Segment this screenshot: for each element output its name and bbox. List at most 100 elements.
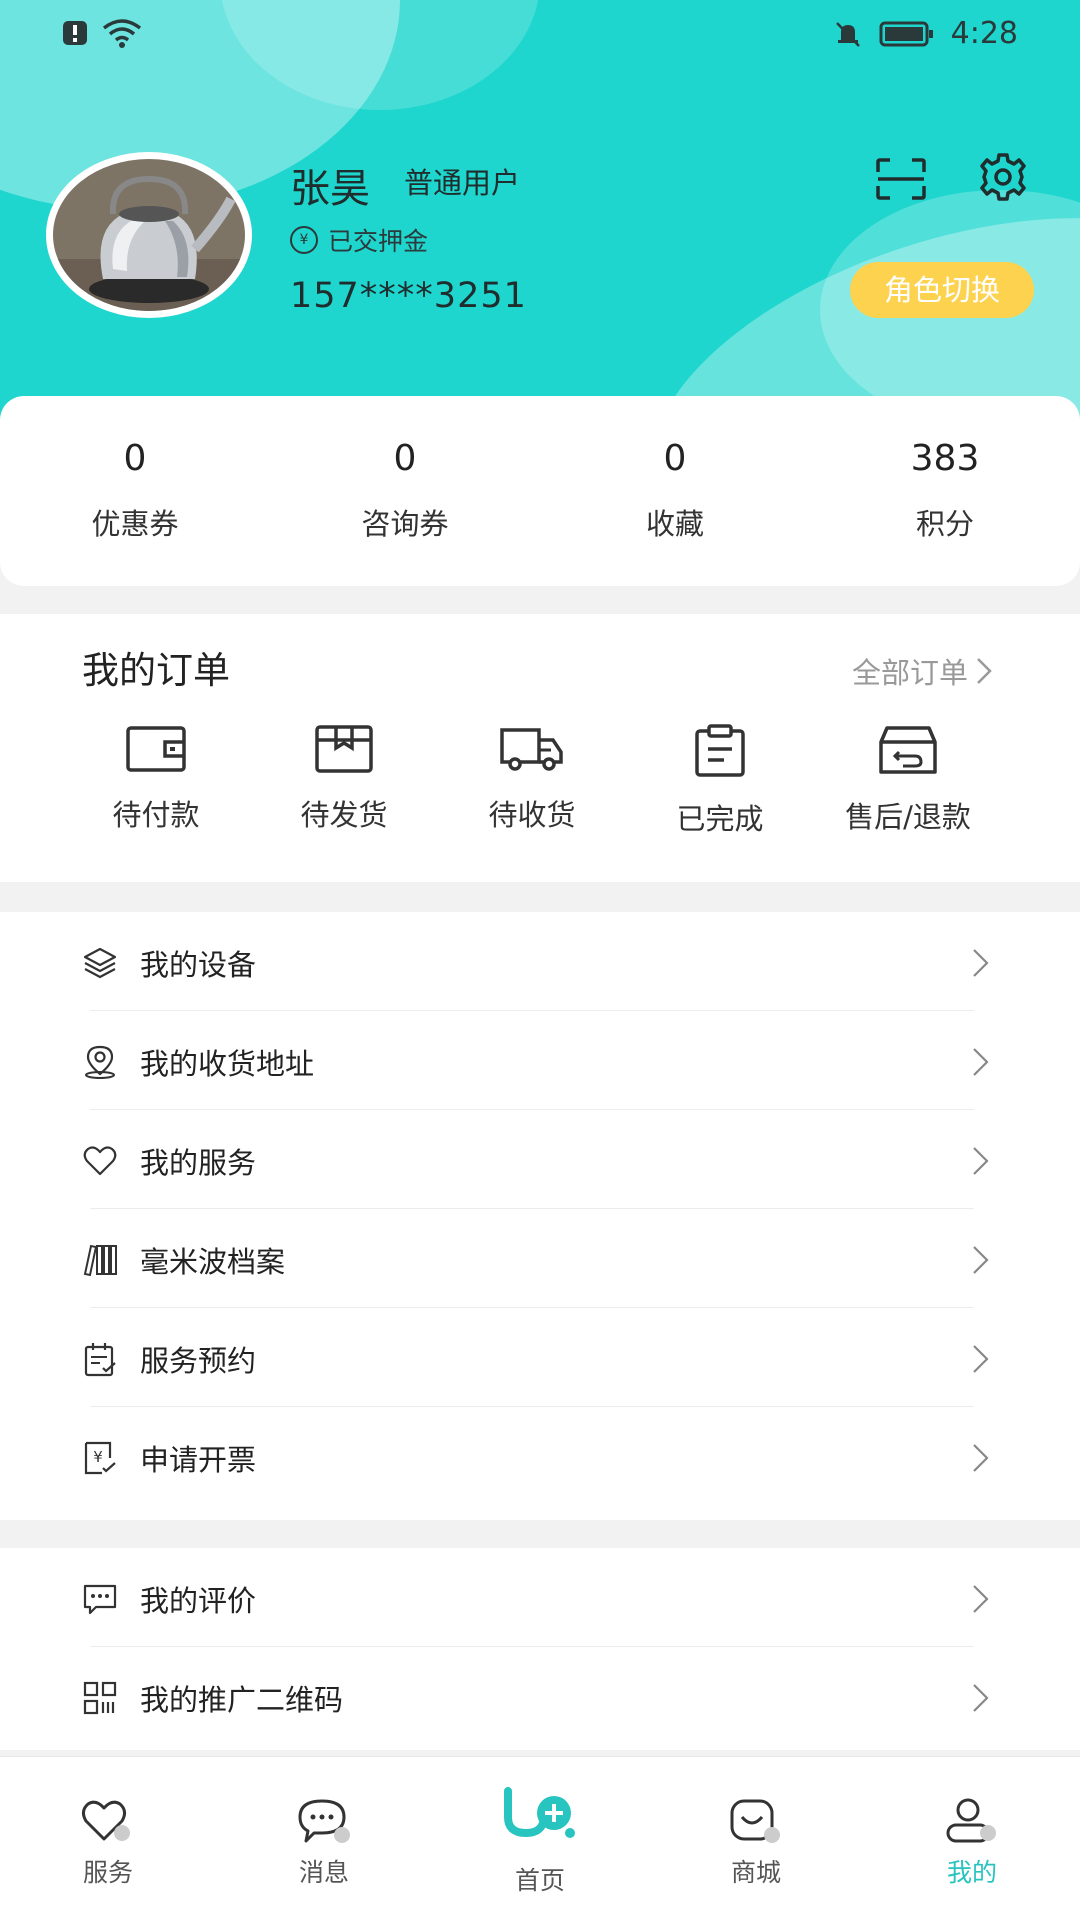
- stat-value: 0: [123, 438, 147, 479]
- menu-item-mmwave-records[interactable]: 毫米波档案: [0, 1209, 1080, 1308]
- order-label: 待付款: [112, 798, 200, 832]
- svg-text:¥: ¥: [93, 1448, 103, 1466]
- order-label: 待发货: [300, 798, 388, 832]
- truck-icon: [500, 728, 563, 771]
- my-orders-section: 我的订单 全部订单 待付款 待发货 待收货 已完成 售后/退款: [0, 614, 1080, 882]
- stat-label: 咨询券: [361, 507, 449, 541]
- stat-label: 收藏: [645, 507, 704, 541]
- stat-label: 优惠券: [91, 507, 179, 541]
- bottom-tab-bar: 服务 消息 首页 商城 我的: [0, 1756, 1080, 1920]
- order-label: 已完成: [676, 802, 764, 836]
- layers-icon: [83, 947, 117, 979]
- menu-group-secondary: 我的评价 我的推广二维码: [0, 1548, 1080, 1750]
- all-orders-link[interactable]: 全部订单: [852, 650, 992, 692]
- location-icon: [85, 1045, 115, 1079]
- message-tab-icon: [298, 1799, 350, 1843]
- order-label: 待收货: [488, 798, 576, 832]
- chevron-right-icon: [973, 1444, 989, 1472]
- profile-tab-icon: [946, 1798, 996, 1843]
- all-orders-label: 全部订单: [851, 656, 968, 690]
- stat-label: 积分: [915, 507, 974, 541]
- user-phone: 157****3251: [290, 276, 527, 316]
- profile-header: 4:28 张昊 普通用户 ¥ 已交押金 157****3251 角色切换: [0, 0, 1080, 420]
- stat-favorites[interactable]: 0 收藏: [540, 396, 810, 586]
- role-switch-button[interactable]: 角色切换: [850, 262, 1034, 318]
- deposit-status: ¥ 已交押金: [290, 222, 428, 258]
- avatar[interactable]: [46, 152, 252, 318]
- heart-tab-icon: [81, 1800, 130, 1841]
- shop-tab-icon: [730, 1799, 780, 1843]
- tab-messages[interactable]: 消息: [216, 1757, 432, 1920]
- notifications-muted-icon: [835, 21, 860, 47]
- chevron-right-icon: [973, 1246, 989, 1274]
- menu-item-shipping-address[interactable]: 我的收货地址: [0, 1011, 1080, 1110]
- yen-icon: ¥: [290, 226, 318, 254]
- chevron-right-icon: [973, 949, 989, 977]
- order-pending-receipt[interactable]: 待收货: [438, 724, 626, 838]
- avatar-image: [53, 159, 245, 311]
- deposit-label: 已交押金: [328, 227, 429, 256]
- tab-home[interactable]: 首页: [432, 1757, 648, 1920]
- tab-shop[interactable]: 商城: [648, 1757, 864, 1920]
- package-icon: [315, 725, 373, 773]
- menu-item-apply-invoice[interactable]: ¥ 申请开票: [0, 1407, 1080, 1506]
- kettle-photo: [53, 159, 245, 311]
- comment-icon: [83, 1584, 117, 1615]
- menu-item-label: 我的服务: [140, 1146, 257, 1180]
- tab-label: 我的: [946, 1858, 997, 1887]
- menu-item-label: 我的评价: [140, 1584, 257, 1618]
- menu-item-my-devices[interactable]: 我的设备: [0, 912, 1080, 1011]
- status-bar: 4:28: [0, 0, 1080, 66]
- order-pending-payment[interactable]: 待付款: [62, 724, 250, 838]
- chevron-right-icon: [973, 1345, 989, 1373]
- menu-item-my-reviews[interactable]: 我的评价: [0, 1548, 1080, 1647]
- battery-icon: [879, 21, 933, 46]
- user-name: 张昊: [290, 166, 370, 212]
- alert-icon: [63, 21, 87, 45]
- tab-profile[interactable]: 我的: [864, 1757, 1080, 1920]
- invoice-icon: ¥: [84, 1441, 116, 1475]
- order-after-sales[interactable]: 售后/退款: [814, 724, 1002, 838]
- settings-gear-icon[interactable]: [978, 152, 1028, 202]
- order-pending-shipment[interactable]: 待发货: [250, 724, 438, 838]
- chevron-right-icon: [973, 1585, 989, 1613]
- menu-item-promo-qrcode[interactable]: 我的推广二维码: [0, 1647, 1080, 1746]
- menu-item-label: 我的推广二维码: [140, 1683, 344, 1717]
- qrcode-icon: [83, 1681, 117, 1715]
- stat-consult-coupons[interactable]: 0 咨询券: [270, 396, 540, 586]
- home-tab-icon: [504, 1787, 575, 1838]
- tab-label: 商城: [730, 1858, 781, 1887]
- menu-item-label: 我的设备: [140, 948, 257, 982]
- tab-label: 首页: [514, 1866, 565, 1895]
- stat-value: 383: [910, 438, 980, 479]
- stat-value: 0: [663, 438, 687, 479]
- menu-item-label: 申请开票: [140, 1443, 257, 1477]
- tab-label: 消息: [298, 1858, 349, 1887]
- tab-label: 服务: [82, 1858, 133, 1887]
- chevron-right-icon: [973, 1147, 989, 1175]
- status-time: 4:28: [950, 16, 1018, 51]
- menu-item-label: 毫米波档案: [140, 1245, 286, 1279]
- clipboard-icon: [695, 724, 745, 777]
- chevron-right-icon: [973, 1048, 989, 1076]
- stat-value: 0: [393, 438, 417, 479]
- wifi-icon: [102, 19, 142, 48]
- tab-service[interactable]: 服务: [0, 1757, 216, 1920]
- scan-icon[interactable]: [876, 158, 926, 200]
- menu-item-label: 服务预约: [140, 1344, 257, 1378]
- stat-points[interactable]: 383 积分: [810, 396, 1080, 586]
- heart-icon: [83, 1146, 117, 1176]
- orders-title: 我的订单: [82, 649, 230, 692]
- chevron-right-icon: [977, 658, 992, 684]
- stat-coupons[interactable]: 0 优惠券: [0, 396, 270, 586]
- menu-item-service-booking[interactable]: 服务预约: [0, 1308, 1080, 1407]
- order-completed[interactable]: 已完成: [626, 724, 814, 838]
- order-label: 售后/退款: [845, 800, 971, 834]
- menu-item-label: 我的收货地址: [140, 1047, 315, 1081]
- chevron-right-icon: [973, 1684, 989, 1712]
- wallet-icon: [126, 726, 186, 772]
- menu-group-primary: 我的设备 我的收货地址 我的服务 毫米波档案 服务预约 ¥ 申请开票: [0, 912, 1080, 1520]
- return-box-icon: [879, 726, 937, 774]
- user-type: 普通用户: [404, 166, 521, 200]
- menu-item-my-services[interactable]: 我的服务: [0, 1110, 1080, 1209]
